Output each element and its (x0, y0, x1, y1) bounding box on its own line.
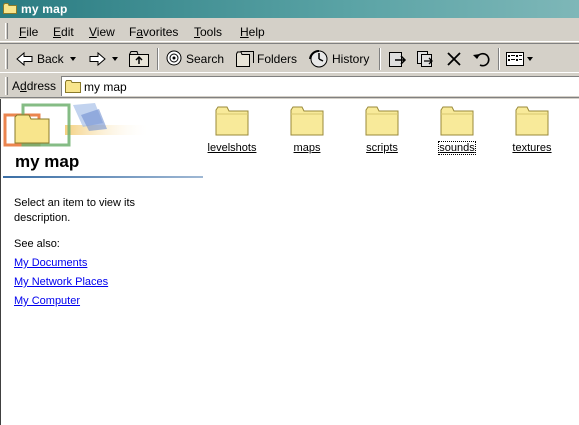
menu-bar: File Edit View Favorites Tools Help (0, 20, 579, 42)
menu-bar-grip[interactable] (5, 23, 8, 39)
copy-to-icon (415, 50, 435, 68)
folders-button[interactable]: Folders (235, 48, 297, 70)
title-bar[interactable]: my map (0, 0, 579, 18)
forward-button[interactable] (88, 48, 118, 70)
views-list-icon (505, 51, 525, 67)
back-dropdown-icon[interactable] (69, 57, 76, 61)
menu-tools[interactable]: Tools (194, 25, 222, 39)
folder-item-levelshots[interactable]: levelshots (202, 106, 262, 154)
folder-icon (65, 80, 81, 96)
address-bar-grip[interactable] (5, 77, 8, 95)
move-to-button[interactable] (387, 48, 407, 70)
search-icon (164, 50, 184, 68)
folder-label: levelshots (207, 142, 257, 154)
folder-label: sounds (438, 141, 476, 155)
banner-divider (3, 176, 203, 178)
folder-icon (202, 106, 262, 139)
delete-x-icon (445, 50, 463, 68)
delete-button[interactable] (445, 48, 463, 70)
folder-item-sounds[interactable]: sounds (427, 106, 487, 155)
menu-help[interactable]: Help (240, 25, 265, 39)
undo-button[interactable] (472, 48, 492, 70)
history-button[interactable]: History (308, 48, 369, 70)
forward-dropdown-icon[interactable] (112, 57, 118, 61)
folder-label: maps (293, 142, 321, 154)
forward-arrow-icon (88, 51, 106, 67)
folders-icon (235, 50, 255, 68)
panel-folder-title: my map (15, 152, 80, 171)
folder-item-textures[interactable]: textures (502, 106, 562, 154)
folder-icon (502, 106, 562, 139)
back-label: Back (37, 52, 64, 66)
folder-label: scripts (366, 142, 398, 154)
folder-label: textures (512, 142, 552, 154)
menu-edit[interactable]: Edit (53, 25, 74, 39)
menu-file[interactable]: File (19, 25, 38, 39)
views-button[interactable] (505, 48, 533, 70)
folder-icon (277, 106, 337, 139)
web-view-banner-art (3, 103, 151, 147)
folder-icon (352, 106, 412, 139)
search-label: Search (186, 52, 225, 66)
undo-icon (472, 50, 492, 68)
move-to-icon (387, 50, 407, 68)
up-folder-icon (128, 50, 150, 68)
standard-toolbar: Back Search Folders History (0, 43, 579, 73)
toolbar-separator (379, 48, 381, 70)
folder-item-maps[interactable]: maps (277, 106, 337, 154)
toolbar-separator (157, 48, 159, 70)
link-my-network-places[interactable]: My Network Places (14, 276, 108, 288)
menu-view[interactable]: View (89, 25, 115, 39)
link-my-documents[interactable]: My Documents (14, 257, 87, 269)
back-button[interactable]: Back (16, 48, 76, 70)
window-title: my map (21, 2, 68, 16)
toolbar-grip[interactable] (5, 49, 8, 69)
item-description: Select an item to view its description. (14, 197, 136, 224)
folder-icon (3, 3, 17, 14)
back-arrow-icon (16, 51, 34, 67)
views-dropdown-icon[interactable] (527, 57, 533, 61)
see-also-label: See also: (14, 238, 60, 250)
folder-icon (427, 106, 487, 139)
address-input[interactable]: my map (61, 76, 579, 96)
toolbar-separator (498, 48, 500, 70)
address-label: Address (12, 79, 57, 93)
link-my-computer[interactable]: My Computer (14, 295, 80, 307)
address-value: my map (84, 80, 127, 94)
up-folder-button[interactable] (128, 48, 150, 70)
folder-view: my map Select an item to view its descri… (0, 99, 579, 425)
folders-label: Folders (257, 52, 298, 66)
menu-favorites[interactable]: Favorites (129, 25, 178, 39)
history-icon (308, 50, 330, 68)
address-bar: Address my map (0, 74, 579, 98)
history-label: History (332, 52, 370, 66)
folder-item-scripts[interactable]: scripts (352, 106, 412, 154)
copy-to-button[interactable] (415, 48, 435, 70)
search-button[interactable]: Search (164, 48, 224, 70)
